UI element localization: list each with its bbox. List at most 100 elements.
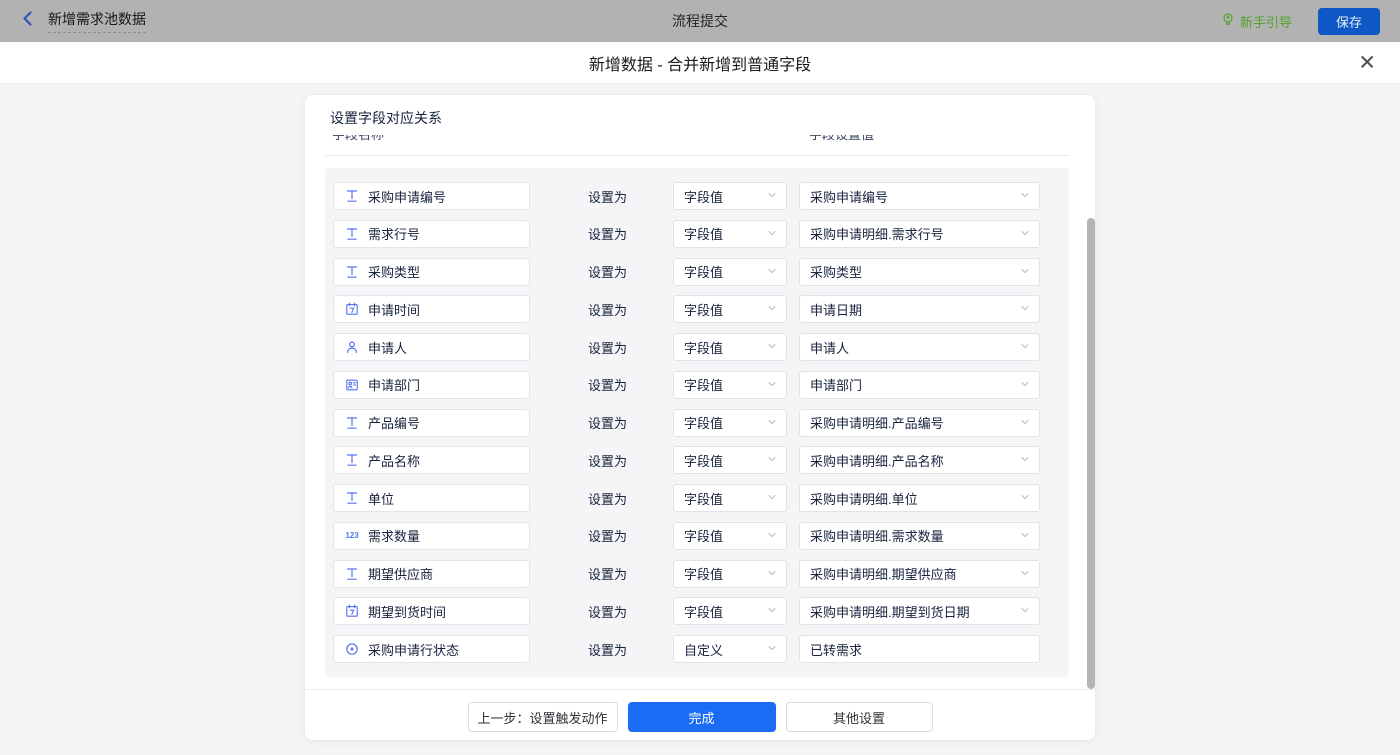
value-select[interactable]: 采购申请明细.产品编号 — [799, 409, 1040, 437]
previous-step-button[interactable]: 上一步：设置触发动作 — [468, 702, 618, 732]
mode-value: 字段值 — [684, 187, 723, 206]
selected-value: 采购申请明细.期望供应商 — [810, 564, 957, 583]
field-mapping-row: 采购申请行状态 设置为 自定义 已转需求 — [333, 635, 1069, 663]
card-title: 设置字段对应关系 — [330, 108, 442, 128]
beginner-guide-link[interactable]: 新手引导 — [1221, 12, 1292, 31]
target-field-chip[interactable]: 采购类型 — [333, 258, 530, 286]
field-mapping-row: 采购申请编号 设置为 字段值 采购申请编号 — [333, 182, 1069, 210]
mode-value: 字段值 — [684, 413, 723, 432]
close-icon[interactable]: ✕ — [1358, 52, 1376, 73]
field-mapping-row: 产品名称 设置为 字段值 采购申请明细.产品名称 — [333, 446, 1069, 474]
header-divider — [325, 155, 1069, 156]
set-as-label: 设置为 — [588, 262, 628, 281]
target-field-chip[interactable]: 产品编号 — [333, 409, 530, 437]
value-select[interactable]: 采购申请明细.产品名称 — [799, 446, 1040, 474]
field-mapping-card: 设置字段对应关系 字段名称 字段设置值 采购申请编号 设置为 字段值 采购申请编… — [305, 95, 1095, 740]
chevron-down-icon — [767, 565, 777, 583]
target-field-chip[interactable]: 申请部门 — [333, 371, 530, 399]
value-select[interactable]: 采购申请明细.需求行号 — [799, 220, 1040, 248]
value-select[interactable]: 申请日期 — [799, 295, 1040, 323]
chevron-down-icon — [767, 527, 777, 545]
set-as-label: 设置为 — [588, 602, 628, 621]
target-field-chip[interactable]: 单位 — [333, 484, 530, 512]
value-mode-select[interactable]: 字段值 — [673, 220, 787, 248]
chevron-left-icon — [20, 10, 35, 32]
selected-value: 采购申请明细.产品名称 — [810, 451, 944, 470]
value-mode-select[interactable]: 字段值 — [673, 446, 787, 474]
chevron-down-icon — [767, 376, 777, 394]
mode-value: 字段值 — [684, 489, 723, 508]
value-mode-select[interactable]: 字段值 — [673, 333, 787, 361]
target-field-chip[interactable]: 申请人 — [333, 333, 530, 361]
value-mode-select[interactable]: 字段值 — [673, 182, 787, 210]
field-label: 申请人 — [368, 338, 407, 357]
target-field-chip[interactable]: 产品名称 — [333, 446, 530, 474]
mode-value: 字段值 — [684, 262, 723, 281]
target-field-chip[interactable]: 期望到货时间 — [333, 597, 530, 625]
field-mapping-row: 需求行号 设置为 字段值 采购申请明细.需求行号 — [333, 220, 1069, 248]
selected-value: 采购申请明细.期望到货日期 — [810, 602, 970, 621]
value-mode-select[interactable]: 字段值 — [673, 409, 787, 437]
set-as-label: 设置为 — [588, 413, 628, 432]
chevron-down-icon — [1020, 451, 1030, 469]
mode-value: 字段值 — [684, 300, 723, 319]
chevron-down-icon — [1020, 225, 1030, 243]
chevron-down-icon — [767, 451, 777, 469]
set-as-label: 设置为 — [588, 224, 628, 243]
value-mode-select[interactable]: 字段值 — [673, 371, 787, 399]
value-select[interactable]: 采购申请明细.单位 — [799, 484, 1040, 512]
field-mapping-row: 申请部门 设置为 字段值 申请部门 — [333, 371, 1069, 399]
chevron-down-icon — [767, 640, 777, 658]
chevron-down-icon — [767, 263, 777, 281]
value-select[interactable]: 采购申请明细.期望到货日期 — [799, 597, 1040, 625]
other-settings-button[interactable]: 其他设置 — [786, 702, 933, 732]
value-mode-select[interactable]: 字段值 — [673, 295, 787, 323]
selected-value: 采购申请编号 — [810, 187, 888, 206]
top-bar: 新增需求池数据 流程提交 新手引导 保存 — [0, 0, 1400, 42]
value-select[interactable]: 申请部门 — [799, 371, 1040, 399]
value-select[interactable]: 采购申请明细.期望供应商 — [799, 560, 1040, 588]
value-mode-select[interactable]: 自定义 — [673, 635, 787, 663]
column-header-right-clipped: 字段设置值 — [809, 135, 874, 141]
value-select[interactable]: 采购类型 — [799, 258, 1040, 286]
target-field-chip[interactable]: 采购申请编号 — [333, 182, 530, 210]
flow-stage-label: 流程提交 — [672, 11, 728, 31]
flow-name-editable[interactable]: 新增需求池数据 — [48, 9, 146, 33]
beginner-guide-label: 新手引导 — [1240, 12, 1292, 31]
field-mapping-row: 申请人 设置为 字段值 申请人 — [333, 333, 1069, 361]
target-field-chip[interactable]: 采购申请行状态 — [333, 635, 530, 663]
scrollbar-thumb[interactable] — [1087, 218, 1095, 689]
target-field-chip[interactable]: 123 需求数量 — [333, 522, 530, 550]
value-mode-select[interactable]: 字段值 — [673, 484, 787, 512]
chevron-down-icon — [767, 338, 777, 356]
value-mode-select[interactable]: 字段值 — [673, 560, 787, 588]
clipped-column-headers: 字段名称 字段设置值 — [305, 135, 1095, 142]
value-select[interactable]: 采购申请编号 — [799, 182, 1040, 210]
value-mode-select[interactable]: 字段值 — [673, 258, 787, 286]
field-mapping-row: 采购类型 设置为 字段值 采购类型 — [333, 258, 1069, 286]
modal-body: 设置字段对应关系 字段名称 字段设置值 采购申请编号 设置为 字段值 采购申请编… — [0, 84, 1400, 755]
save-button[interactable]: 保存 — [1318, 8, 1380, 35]
field-label: 期望供应商 — [368, 564, 433, 583]
value-mode-select[interactable]: 字段值 — [673, 522, 787, 550]
set-as-label: 设置为 — [588, 338, 628, 357]
field-label: 单位 — [368, 489, 394, 508]
value-select[interactable]: 采购申请明细.需求数量 — [799, 522, 1040, 550]
text-field-icon — [344, 453, 360, 467]
value-select[interactable]: 申请人 — [799, 333, 1040, 361]
footer-divider — [305, 689, 1095, 690]
field-label: 产品编号 — [368, 413, 420, 432]
target-field-chip[interactable]: 申请时间 — [333, 295, 530, 323]
chevron-down-icon — [1020, 263, 1030, 281]
mode-value: 字段值 — [684, 564, 723, 583]
text-field-icon — [344, 491, 360, 505]
finish-button[interactable]: 完成 — [628, 702, 776, 732]
mode-value: 字段值 — [684, 602, 723, 621]
set-as-label: 设置为 — [588, 187, 628, 206]
target-field-chip[interactable]: 期望供应商 — [333, 560, 530, 588]
custom-value-input[interactable]: 已转需求 — [799, 635, 1040, 663]
value-mode-select[interactable]: 字段值 — [673, 597, 787, 625]
field-label: 产品名称 — [368, 451, 420, 470]
back-button[interactable] — [20, 10, 35, 32]
target-field-chip[interactable]: 需求行号 — [333, 220, 530, 248]
